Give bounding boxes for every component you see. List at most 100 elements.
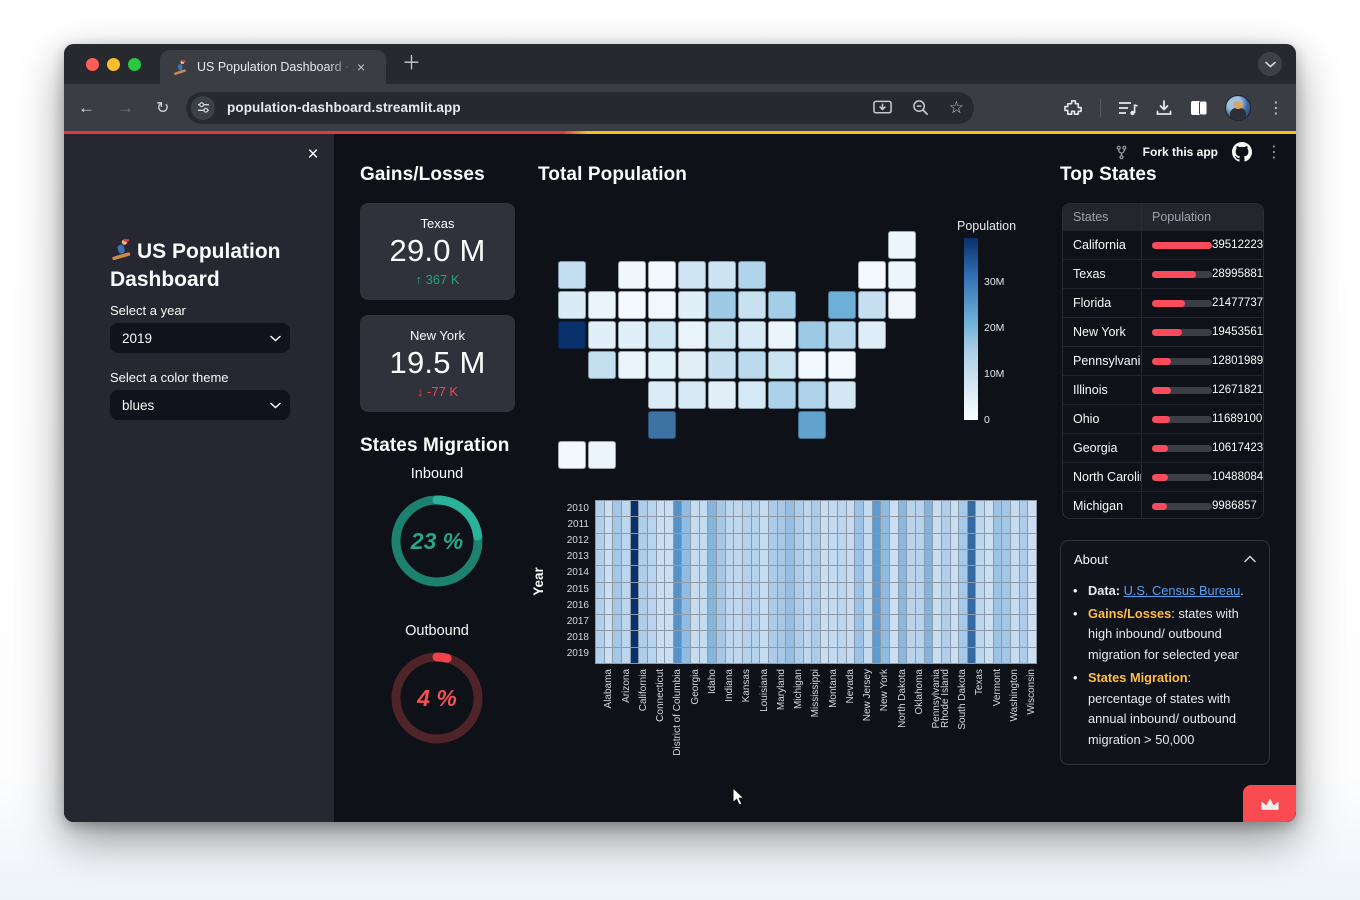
heatmap-cell [899,566,907,581]
heatmap-cell [855,534,863,549]
heatmap-cell [613,566,621,581]
state-name-cell: Texas [1063,267,1141,281]
fork-this-app-button[interactable]: Fork this app [1143,145,1218,159]
heatmap-cell [976,599,984,614]
forward-button[interactable]: → [117,98,134,118]
heatmap-cell [734,550,742,565]
heatmap-cell [795,631,803,646]
heatmap-cell [639,501,647,516]
heatmap-cell [959,615,967,630]
tab-search-button[interactable] [1258,52,1282,76]
heatmap-cell [1011,566,1019,581]
heatmap-cell [838,599,846,614]
theme-select[interactable]: blues [110,390,290,420]
zoom-out-icon[interactable] [912,99,929,116]
state-tile-NC [798,381,826,409]
heatmap-cell [942,599,950,614]
heatmap-cell [631,631,639,646]
heatmap-cell [717,583,725,598]
heatmap-cell [778,501,786,516]
heatmap-cell [855,566,863,581]
app-menu-icon[interactable]: ⋮ [1266,142,1282,162]
about-expander-header[interactable]: About [1061,541,1269,577]
heatmap-cell [804,517,812,532]
population-bar [1152,416,1212,423]
heatmap-cell [1002,599,1010,614]
state-tile-IL [708,291,736,319]
heatmap-cell [674,599,682,614]
state-tile-UT [618,321,646,349]
site-settings-icon[interactable] [191,96,215,120]
heatmap-cell [907,566,915,581]
population-column-header[interactable]: Population [1141,204,1263,230]
heatmap-cell [743,501,751,516]
heatmap-cell [786,566,794,581]
heatmap-cell [795,566,803,581]
inbound-label: Inbound [367,466,507,482]
heatmap-cell [907,615,915,630]
heatmap-cell [700,583,708,598]
heatmap-cell [760,501,768,516]
heatmap-cell [596,501,604,516]
heatmap-cell [959,517,967,532]
heatmap-cell [665,517,673,532]
heatmap-cell [700,566,708,581]
heatmap-cell [985,550,993,565]
profile-avatar[interactable] [1225,95,1251,121]
sidebar-close-icon[interactable]: × [300,142,326,168]
tab-close-icon[interactable]: × [357,60,365,74]
heatmap-cell [778,550,786,565]
heatmap-year-tick: 2015 [559,584,589,595]
heatmap-cell [899,631,907,646]
census-bureau-link[interactable]: U.S. Census Bureau [1124,583,1241,598]
heatmap-cell [752,648,760,663]
close-window-button[interactable] [86,58,99,71]
heatmap-cell [925,648,933,663]
heatmap-cell [916,648,924,663]
heatmap-cell [717,566,725,581]
zoom-window-button[interactable] [128,58,141,71]
svg-text:23 %: 23 % [410,528,463,554]
heatmap-cell [804,550,812,565]
new-tab-button[interactable]: ＋ [402,53,421,75]
state-tile-OR [558,291,586,319]
browser-menu-icon[interactable]: ⋮ [1268,98,1284,118]
heatmap-cell [1002,631,1010,646]
heatmap-cell [778,517,786,532]
heatmap-cell [769,550,777,565]
metric-value: 19.5 M [360,345,515,381]
year-select[interactable]: 2019 [110,323,290,353]
reload-button[interactable]: ↻ [156,98,169,118]
side-panel-icon[interactable] [1190,100,1208,116]
heatmap-cell [648,583,656,598]
heatmap-cell [1002,583,1010,598]
heatmap-cell [769,631,777,646]
year-select-value: 2019 [122,331,152,346]
minimize-window-button[interactable] [107,58,120,71]
heatmap-cell [951,550,959,565]
cast-save-icon[interactable] [873,100,892,116]
heatmap-cell [881,566,889,581]
github-icon[interactable] [1232,142,1252,162]
heatmap-cell [855,615,863,630]
streamlit-badge[interactable] [1243,785,1296,822]
extensions-puzzle-icon[interactable] [1064,99,1083,118]
back-button[interactable]: ← [78,98,95,118]
heatmap-cell [864,501,872,516]
state-tile-KY [738,321,766,349]
heatmap-cell [864,615,872,630]
heatmap-cell [916,534,924,549]
address-bar[interactable]: population-dashboard.streamlit.app ☆ [186,92,974,124]
bookmark-star-icon[interactable]: ☆ [949,99,964,116]
heatmap-cell [631,550,639,565]
heatmap-cell [717,534,725,549]
browser-tab[interactable]: US Population Dashboard · Streamlit × [160,50,386,84]
heatmap-cell [605,599,613,614]
sidebar: × US Population Dashboard Select a year … [64,134,334,822]
states-column-header[interactable]: States [1063,210,1141,224]
color-legend-bar [964,238,978,420]
playlist-music-icon[interactable] [1118,100,1138,116]
heatmap-cell [899,534,907,549]
download-icon[interactable] [1155,99,1173,117]
heatmap-cell [682,631,690,646]
